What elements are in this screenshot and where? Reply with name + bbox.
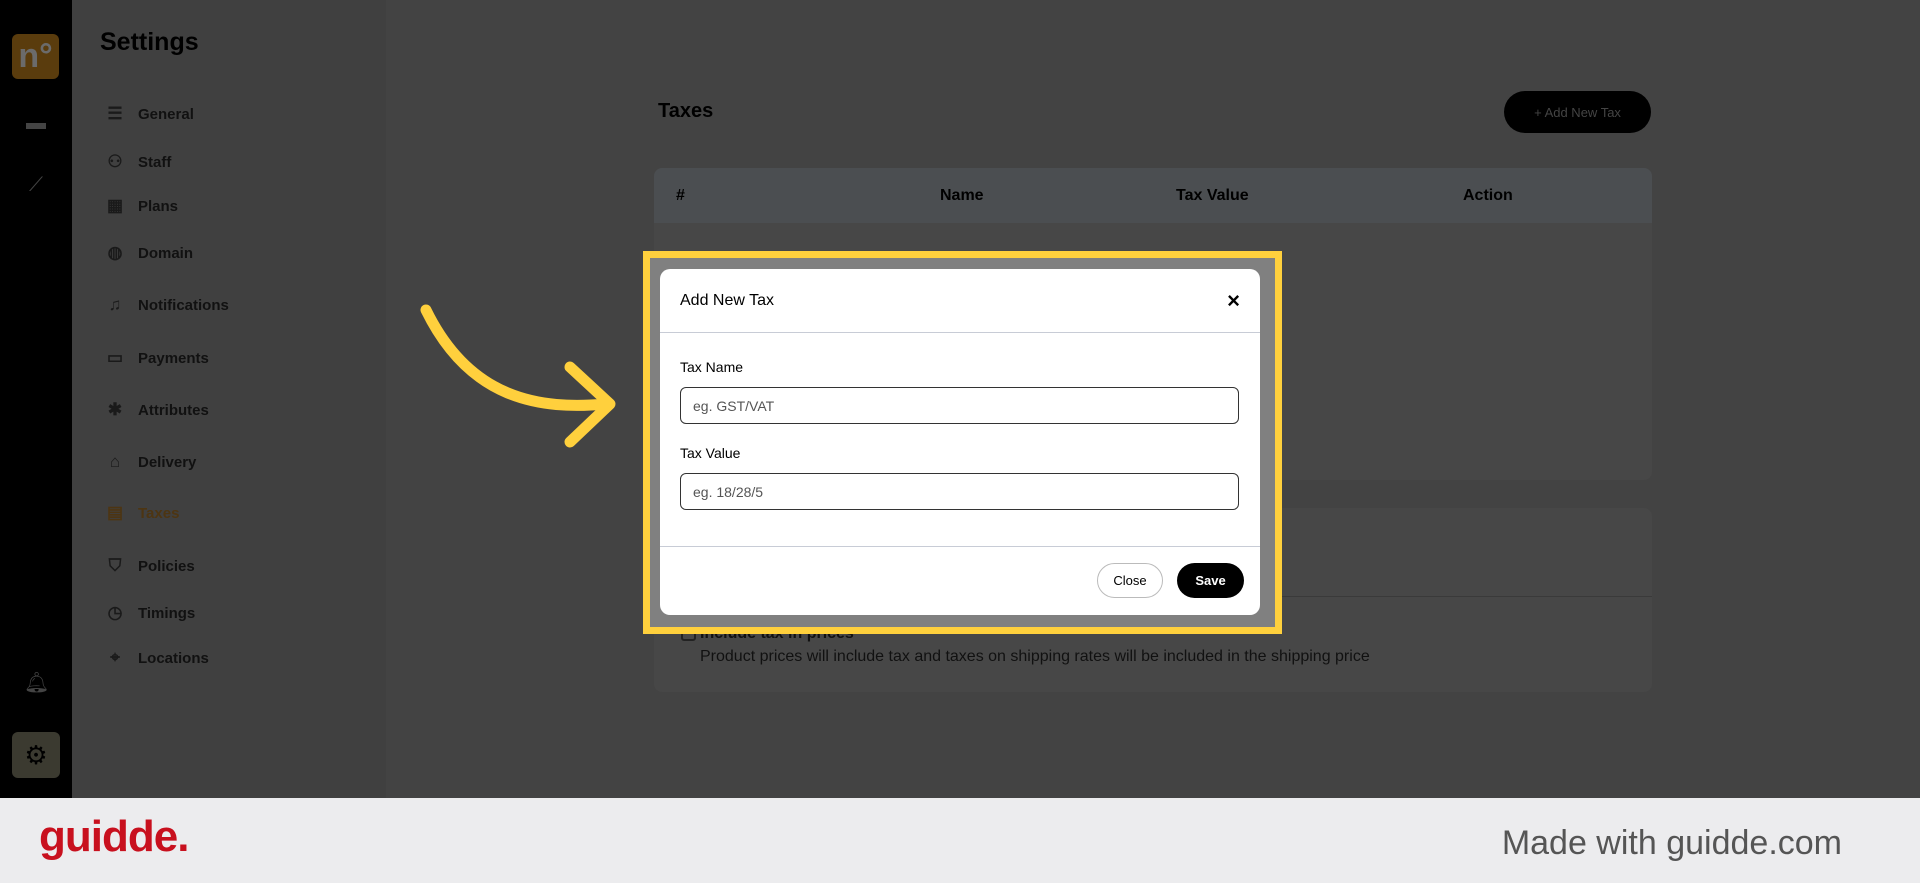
modal-title: Add New Tax bbox=[680, 291, 774, 309]
made-with-text: Made with guidde.com bbox=[1501, 824, 1842, 862]
tax-value-input[interactable] bbox=[680, 473, 1239, 510]
modal-footer-divider bbox=[660, 546, 1260, 547]
modal-header: Add New Tax × bbox=[660, 269, 1260, 333]
tax-name-label: Tax Name bbox=[680, 359, 744, 375]
tax-value-label: Tax Value bbox=[680, 445, 741, 461]
add-tax-modal: Add New Tax × Tax Name Tax Value Close S… bbox=[660, 269, 1260, 615]
close-icon[interactable]: × bbox=[1227, 288, 1240, 314]
tax-name-input[interactable] bbox=[680, 387, 1239, 424]
guidde-logo: guidde. bbox=[39, 812, 189, 861]
close-button[interactable]: Close bbox=[1097, 563, 1163, 598]
save-button[interactable]: Save bbox=[1177, 563, 1244, 598]
